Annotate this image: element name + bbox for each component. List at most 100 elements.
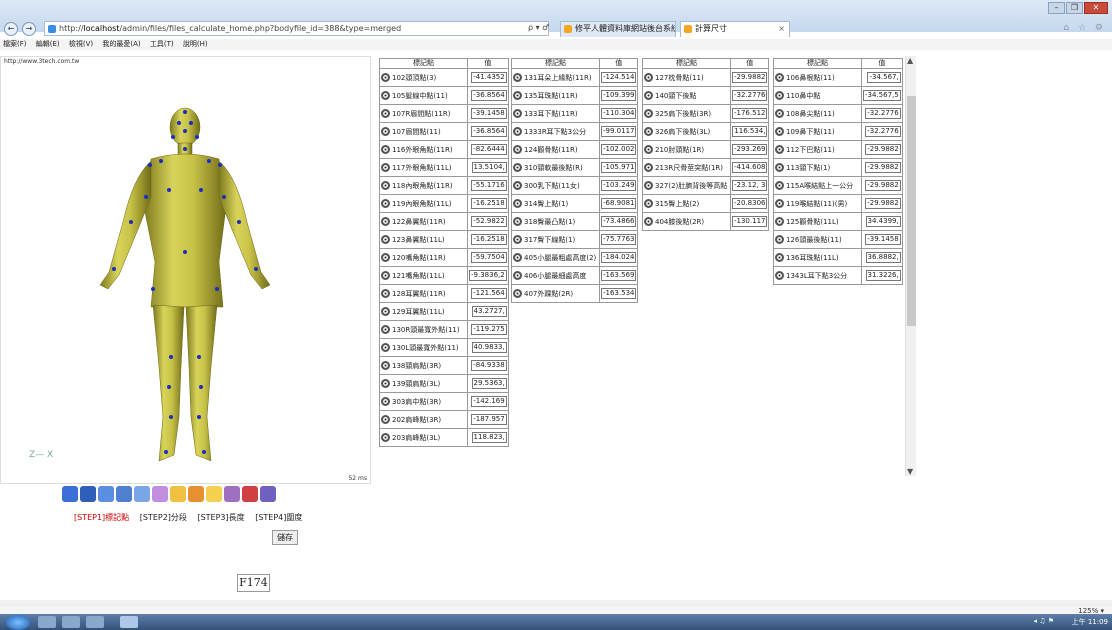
address-bar[interactable]: http://localhost/admin/files/files_calcu… bbox=[44, 21, 549, 36]
radio-icon[interactable] bbox=[644, 199, 653, 208]
marker-name-cell[interactable]: 105髮線中點(11) bbox=[379, 86, 468, 105]
radio-icon[interactable] bbox=[513, 73, 522, 82]
marker-name-cell[interactable]: 135耳珠點(11R) bbox=[511, 86, 600, 105]
radio-icon[interactable] bbox=[381, 415, 390, 424]
radio-icon[interactable] bbox=[775, 199, 784, 208]
marker-name-cell[interactable]: 124顴骨點(11R) bbox=[511, 140, 600, 159]
close-window-button[interactable]: ✕ bbox=[1084, 2, 1108, 14]
marker-name-cell[interactable]: 126頭最後點(11) bbox=[773, 230, 862, 249]
marker-value[interactable]: -36.8564 bbox=[471, 90, 507, 101]
marker-name-cell[interactable]: 210肘頭點(1R) bbox=[642, 140, 731, 159]
marker-value[interactable]: -163.534 bbox=[601, 288, 637, 299]
radio-icon[interactable] bbox=[381, 307, 390, 316]
marker-name-cell[interactable]: 115A喉結點上一公分 bbox=[773, 176, 862, 195]
marker-value[interactable]: -163.569 bbox=[601, 270, 637, 281]
marker-value[interactable]: -121.564 bbox=[471, 288, 507, 299]
radio-icon[interactable] bbox=[381, 361, 390, 370]
light-icon[interactable] bbox=[224, 486, 240, 502]
zoom-icon[interactable] bbox=[206, 486, 222, 502]
marker-name-cell[interactable]: 127枕骨點(11) bbox=[642, 68, 731, 87]
radio-icon[interactable] bbox=[513, 253, 522, 262]
radio-icon[interactable] bbox=[513, 145, 522, 154]
marker-value[interactable]: -124.514 bbox=[601, 72, 637, 83]
marker-name-cell[interactable]: 118內眼角點(11R) bbox=[379, 176, 468, 195]
radio-icon[interactable] bbox=[381, 397, 390, 406]
radio-icon[interactable] bbox=[513, 127, 522, 136]
marker-value[interactable]: -119.275 bbox=[471, 324, 507, 335]
marker-value[interactable]: -29.9882 bbox=[865, 144, 901, 155]
radio-icon[interactable] bbox=[513, 181, 522, 190]
marker-name-cell[interactable]: 107眉間點(11) bbox=[379, 122, 468, 141]
marker-value[interactable]: -55.1716 bbox=[471, 180, 507, 191]
marker-name-cell[interactable]: 129耳翼點(11L) bbox=[379, 302, 468, 321]
marker-name-cell[interactable]: 125顴骨點(11L) bbox=[773, 212, 862, 231]
marker-value[interactable]: -34.567, bbox=[867, 72, 901, 83]
marker-name-cell[interactable]: 119內眼角點(11L) bbox=[379, 194, 468, 213]
marker-name-cell[interactable]: 407外踝點(2R) bbox=[511, 284, 600, 303]
step4-link[interactable]: [STEP4]圍度 bbox=[255, 513, 302, 522]
radio-icon[interactable] bbox=[644, 73, 653, 82]
marker-value[interactable]: -59.7504 bbox=[471, 252, 507, 263]
radio-icon[interactable] bbox=[775, 235, 784, 244]
radio-icon[interactable] bbox=[513, 91, 522, 100]
radio-icon[interactable] bbox=[775, 217, 784, 226]
marker-name-cell[interactable]: 102頭頂點(3) bbox=[379, 68, 468, 87]
radio-icon[interactable] bbox=[381, 379, 390, 388]
marker-name-cell[interactable]: 109鼻下點(11) bbox=[773, 122, 862, 141]
marker-name-cell[interactable]: 122鼻翼點(11R) bbox=[379, 212, 468, 231]
marker-name-cell[interactable]: 140頸下後點 bbox=[642, 86, 731, 105]
wire-view-icon[interactable] bbox=[152, 486, 168, 502]
marker-name-cell[interactable]: 133耳下點(11R) bbox=[511, 104, 600, 123]
marker-value[interactable]: -41.4352 bbox=[471, 72, 507, 83]
marker-value[interactable]: -29.9882 bbox=[732, 72, 768, 83]
radio-icon[interactable] bbox=[775, 91, 784, 100]
radio-icon[interactable] bbox=[513, 271, 522, 280]
marker-name-cell[interactable]: 310頸軟最後點(R) bbox=[511, 158, 600, 177]
marker-value[interactable]: 43.2727, bbox=[471, 306, 507, 317]
taskbar-explorer-icon[interactable] bbox=[38, 616, 56, 628]
marker-name-cell[interactable]: 314臀上點(1) bbox=[511, 194, 600, 213]
step3-link[interactable]: [STEP3]長度 bbox=[197, 513, 244, 522]
menu-file[interactable]: 檔案(F) bbox=[3, 40, 27, 48]
radio-icon[interactable] bbox=[381, 127, 390, 136]
marker-name-cell[interactable]: 318臀最凸點(1) bbox=[511, 212, 600, 231]
marker-value[interactable]: 34.4399, bbox=[865, 216, 901, 227]
radio-icon[interactable] bbox=[513, 109, 522, 118]
table-scrollbar[interactable]: ▲ ▼ bbox=[905, 56, 916, 476]
marker-value[interactable]: -29.9882 bbox=[865, 198, 901, 209]
marker-value[interactable]: -34.567,5 bbox=[863, 90, 901, 101]
menu-help[interactable]: 說明(H) bbox=[183, 40, 208, 48]
marker-name-cell[interactable]: 128耳翼點(11R) bbox=[379, 284, 468, 303]
marker-value[interactable]: 118.823, bbox=[471, 432, 507, 443]
marker-value[interactable]: -73.4866 bbox=[601, 216, 637, 227]
marker-value[interactable]: -142.169 bbox=[471, 396, 507, 407]
radio-icon[interactable] bbox=[775, 145, 784, 154]
radio-icon[interactable] bbox=[644, 163, 653, 172]
back-button[interactable]: ← bbox=[4, 22, 18, 36]
marker-name-cell[interactable]: 300乳下點(11女) bbox=[511, 176, 600, 195]
marker-name-cell[interactable]: 213R尺骨莖突點(1R) bbox=[642, 158, 731, 177]
marker-value[interactable]: -414.608 bbox=[732, 162, 768, 173]
marker-value[interactable]: 31.3226, bbox=[865, 270, 901, 281]
marker-value[interactable]: -32.2776 bbox=[865, 126, 901, 137]
marker-name-cell[interactable]: 136耳珠點(11L) bbox=[773, 248, 862, 267]
taskbar-folder-icon[interactable] bbox=[86, 616, 104, 628]
marker-name-cell[interactable]: 303肩中點(3R) bbox=[379, 392, 468, 411]
bottom-view-icon[interactable] bbox=[134, 486, 150, 502]
system-tray[interactable]: ◂ ♫ ⚑ bbox=[1033, 617, 1054, 625]
marker-name-cell[interactable]: 110鼻中點 bbox=[773, 86, 862, 105]
marker-value[interactable]: -176.512 bbox=[732, 108, 768, 119]
marker-value[interactable]: -109.399 bbox=[601, 90, 637, 101]
start-button[interactable] bbox=[6, 615, 30, 630]
marker-name-cell[interactable]: 108鼻尖點(11) bbox=[773, 104, 862, 123]
radio-icon[interactable] bbox=[381, 91, 390, 100]
marker-value[interactable]: 29.5363, bbox=[471, 378, 507, 389]
marker-value[interactable]: -99.0117 bbox=[601, 126, 637, 137]
maximize-button[interactable]: ❐ bbox=[1066, 2, 1083, 14]
marker-value[interactable]: -52.9822 bbox=[471, 216, 507, 227]
marker-value[interactable]: -75.7763 bbox=[601, 234, 637, 245]
tab-close-icon[interactable]: × bbox=[778, 22, 785, 36]
marker-value[interactable]: -293.269 bbox=[732, 144, 768, 155]
reset-icon[interactable] bbox=[260, 486, 276, 502]
marker-name-cell[interactable]: 121嘴角點(11L) bbox=[379, 266, 468, 285]
